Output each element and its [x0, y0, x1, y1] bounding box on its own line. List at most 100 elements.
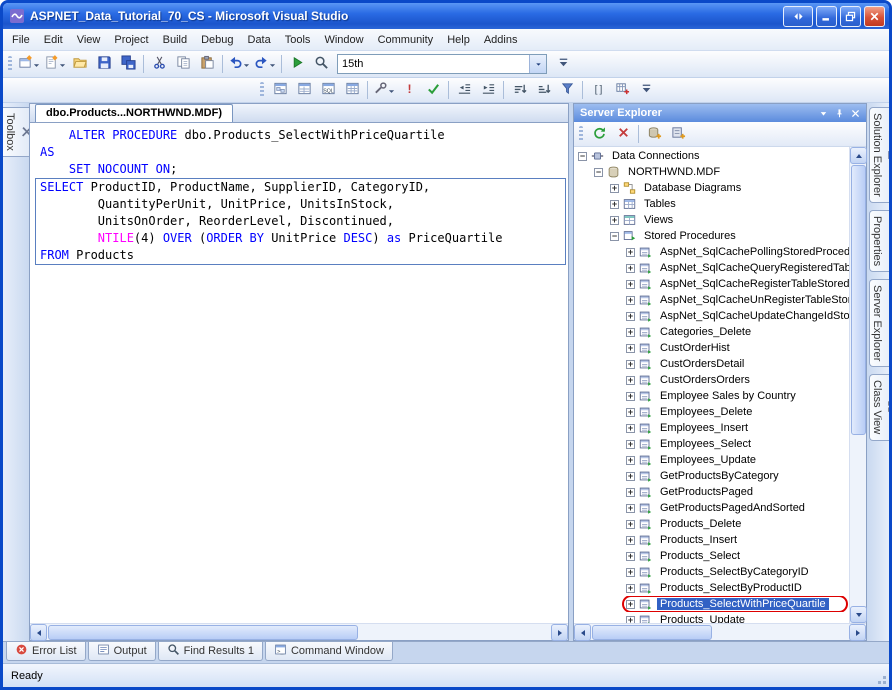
change-query-type-button[interactable] — [371, 79, 397, 101]
show-sql-pane-button[interactable]: SQL — [316, 79, 340, 101]
dock-arrows-button[interactable] — [783, 6, 813, 27]
minimize-button[interactable] — [816, 6, 837, 27]
hscroll-thumb[interactable] — [592, 625, 712, 640]
scroll-up-button[interactable] — [850, 147, 867, 164]
vscroll-track[interactable] — [850, 436, 866, 606]
expand-icon[interactable]: + — [626, 552, 635, 561]
tree-item-data-connections[interactable]: −Data Connections — [574, 148, 849, 164]
tree-item-categories-delete[interactable]: +Categories_Delete — [574, 324, 849, 340]
refresh-button[interactable] — [587, 123, 611, 145]
tree-item-database-diagrams[interactable]: +Database Diagrams — [574, 180, 849, 196]
tree-item-northwnd-mdf[interactable]: −NORTHWND.MDF — [574, 164, 849, 180]
find-button[interactable] — [309, 53, 333, 75]
tab-properties[interactable]: Properties — [869, 210, 892, 272]
tree-item-employees-update[interactable]: +Employees_Update — [574, 452, 849, 468]
filter-button[interactable] — [555, 79, 579, 101]
expand-icon[interactable]: + — [626, 408, 635, 417]
tree-item-aspnet-sqlcacheupdatechangeidstoredprocedure[interactable]: +AspNet_SqlCacheUpdateChangeIdStoredProc… — [574, 308, 849, 324]
hscroll-track[interactable] — [713, 624, 849, 640]
expand-icon[interactable]: + — [626, 280, 635, 289]
paste-button[interactable] — [195, 53, 219, 75]
tree-item-custorderhist[interactable]: +CustOrderHist — [574, 340, 849, 356]
document-tab[interactable]: dbo.Products...NORTHWND.MDF) — [35, 104, 233, 122]
expand-icon[interactable]: + — [626, 424, 635, 433]
tree-item-getproductspagedandsorted[interactable]: +GetProductsPagedAndSorted — [574, 500, 849, 516]
expand-icon[interactable]: + — [610, 216, 619, 225]
expand-icon[interactable]: + — [626, 264, 635, 273]
copy-button[interactable] — [171, 53, 195, 75]
close-button[interactable] — [848, 106, 863, 120]
scroll-left-button[interactable] — [30, 624, 47, 641]
expand-icon[interactable]: + — [626, 472, 635, 481]
show-criteria-pane-button[interactable] — [292, 79, 316, 101]
add-item-button[interactable] — [42, 53, 68, 75]
close-button[interactable] — [864, 6, 885, 27]
hscroll-track[interactable] — [359, 624, 551, 640]
open-file-button[interactable] — [68, 53, 92, 75]
tree-item-employees-select[interactable]: +Employees_Select — [574, 436, 849, 452]
query-toolbar-grip[interactable] — [260, 82, 264, 98]
hscroll-thumb[interactable] — [48, 625, 358, 640]
save-all-button[interactable] — [116, 53, 140, 75]
tree-item-products-update[interactable]: +Products_Update — [574, 612, 849, 623]
tab-command-window[interactable]: >_Command Window — [265, 642, 393, 661]
tree-item-views[interactable]: +Views — [574, 212, 849, 228]
expand-icon[interactable]: + — [626, 248, 635, 257]
tree-item-products-insert[interactable]: +Products_Insert — [574, 532, 849, 548]
new-project-button[interactable] — [16, 53, 42, 75]
tab-server-explorer[interactable]: Server Explorer — [869, 279, 892, 367]
tree-item-employees-insert[interactable]: +Employees_Insert — [574, 420, 849, 436]
collapse-icon[interactable]: − — [610, 232, 619, 241]
expand-icon[interactable]: + — [626, 392, 635, 401]
tab-find-results-1[interactable]: Find Results 1 — [158, 642, 263, 661]
tree-item-tables[interactable]: +Tables — [574, 196, 849, 212]
toolbar-combobox[interactable]: 15th — [337, 54, 547, 74]
menu-data[interactable]: Data — [241, 31, 278, 49]
undo-button[interactable] — [226, 53, 252, 75]
menu-project[interactable]: Project — [107, 31, 155, 49]
tab-error-list[interactable]: Error List — [6, 642, 86, 661]
server-explorer-header[interactable]: Server Explorer — [574, 104, 866, 122]
tree-item-products-select[interactable]: +Products_Select — [574, 548, 849, 564]
menu-edit[interactable]: Edit — [37, 31, 70, 49]
tab-solution-explorer[interactable]: Solution Explorer — [869, 107, 892, 203]
standard-toolbar-grip[interactable] — [8, 56, 12, 72]
tree-item-products-selectbycategoryid[interactable]: +Products_SelectByCategoryID — [574, 564, 849, 580]
toolbar-combobox-dropdown-button[interactable] — [529, 55, 546, 73]
add-table-button[interactable] — [610, 79, 634, 101]
add-item-button-dropdown[interactable] — [59, 57, 66, 72]
window-position-button[interactable] — [816, 106, 831, 120]
increase-indent-button[interactable] — [476, 79, 500, 101]
tree-item-employees-delete[interactable]: +Employees_Delete — [574, 404, 849, 420]
start-debug-button[interactable] — [285, 53, 309, 75]
collapse-icon[interactable]: − — [594, 168, 603, 177]
scroll-left-button[interactable] — [574, 624, 591, 641]
expand-icon[interactable]: + — [626, 456, 635, 465]
expand-icon[interactable]: + — [626, 328, 635, 337]
sort-ascending-button[interactable] — [507, 79, 531, 101]
sort-descending-button[interactable] — [531, 79, 555, 101]
undo-button-dropdown[interactable] — [243, 57, 250, 72]
connect-to-database-button[interactable] — [642, 123, 666, 145]
auto-hide-pin-button[interactable] — [832, 106, 847, 120]
tree-item-aspnet-sqlcachequeryregisteredtablesstoredprocedure[interactable]: +AspNet_SqlCacheQueryRegisteredTablesSto… — [574, 260, 849, 276]
redo-button[interactable] — [252, 53, 278, 75]
decrease-indent-button[interactable] — [452, 79, 476, 101]
change-query-type-button-dropdown[interactable] — [388, 83, 395, 98]
show-diagram-pane-button[interactable] — [268, 79, 292, 101]
scroll-right-button[interactable] — [551, 624, 568, 641]
save-button[interactable] — [92, 53, 116, 75]
expand-icon[interactable]: + — [626, 520, 635, 529]
expand-icon[interactable]: + — [610, 184, 619, 193]
title-bar[interactable]: ASPNET_Data_Tutorial_70_CS - Microsoft V… — [3, 3, 889, 29]
standard-toolbar-options-button[interactable] — [551, 53, 575, 75]
execute-sql-button[interactable]: ! — [397, 79, 421, 101]
expand-icon[interactable]: + — [626, 536, 635, 545]
menu-help[interactable]: Help — [440, 31, 477, 49]
tree-item-getproductspaged[interactable]: +GetProductsPaged — [574, 484, 849, 500]
tree-item-employee-sales-by-country[interactable]: +Employee Sales by Country — [574, 388, 849, 404]
expand-icon[interactable]: + — [626, 344, 635, 353]
vscroll-thumb[interactable] — [851, 165, 866, 435]
tree-item-products-selectwithpricequartile[interactable]: +Products_SelectWithPriceQuartile — [574, 596, 849, 612]
tree-vscrollbar[interactable] — [849, 147, 866, 623]
